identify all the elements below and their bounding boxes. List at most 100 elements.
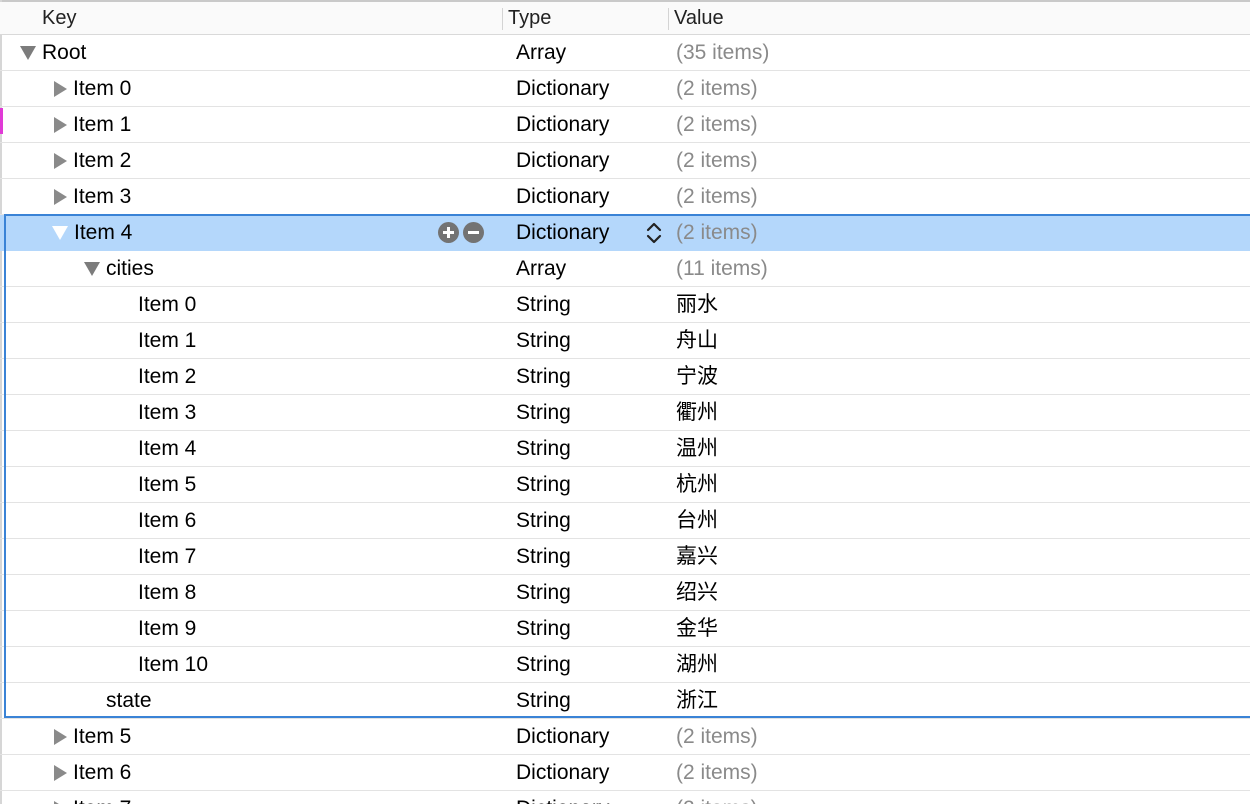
outline-row[interactable]: Item 2 Dictionary (2 items) xyxy=(0,143,1250,179)
row-type[interactable]: String xyxy=(516,287,571,322)
row-type[interactable]: String xyxy=(516,611,571,646)
outline-row[interactable]: Item 6 Dictionary (2 items) xyxy=(0,755,1250,791)
disclosure-right-icon[interactable] xyxy=(54,188,67,205)
row-key[interactable]: Item 1 xyxy=(73,107,131,142)
row-value[interactable]: 宁波 xyxy=(676,359,718,394)
outline-row[interactable]: Item 4 String 温州 xyxy=(0,431,1250,467)
outline-row[interactable]: Item 3 Dictionary (2 items) xyxy=(0,179,1250,215)
row-type[interactable]: String xyxy=(516,431,571,466)
row-type[interactable]: Dictionary xyxy=(516,179,609,214)
type-column-header[interactable]: Type xyxy=(508,2,551,34)
row-key[interactable]: Item 2 xyxy=(138,359,196,394)
row-key[interactable]: Item 3 xyxy=(73,179,131,214)
row-key[interactable]: Item 9 xyxy=(138,611,196,646)
outline-row[interactable]: Item 3 String 衢州 xyxy=(0,395,1250,431)
up-down-chevron-icon[interactable] xyxy=(646,221,662,245)
row-type[interactable]: String xyxy=(516,575,571,610)
row-key[interactable]: Item 7 xyxy=(73,791,131,804)
row-key[interactable]: Item 8 xyxy=(138,575,196,610)
disclosure-right-icon[interactable] xyxy=(54,152,67,169)
row-type[interactable]: String xyxy=(516,539,571,574)
outline-row[interactable]: Item 10 String 湖州 xyxy=(0,647,1250,683)
row-type[interactable]: String xyxy=(516,323,571,358)
row-key[interactable]: Root xyxy=(42,35,86,70)
outline-row-selected[interactable]: Item 4 Dictionary (2 items) xyxy=(0,215,1250,251)
row-key[interactable]: Item 7 xyxy=(138,539,196,574)
remove-item-icon[interactable] xyxy=(463,222,484,243)
outline-row[interactable]: Item 5 Dictionary (2 items) xyxy=(0,719,1250,755)
outline-row[interactable]: state String 浙江 xyxy=(0,683,1250,719)
row-type[interactable]: String xyxy=(516,395,571,430)
row-value: (2 items) xyxy=(676,791,758,804)
row-key[interactable]: Item 5 xyxy=(73,719,131,754)
disclosure-down-icon[interactable] xyxy=(20,45,36,60)
row-value[interactable]: 嘉兴 xyxy=(676,539,718,574)
row-key[interactable]: cities xyxy=(106,251,154,286)
disclosure-right-icon[interactable] xyxy=(54,764,67,781)
disclosure-down-icon[interactable] xyxy=(84,261,100,276)
outline-row[interactable]: Item 6 String 台州 xyxy=(0,503,1250,539)
row-key[interactable]: Item 1 xyxy=(138,323,196,358)
row-value: (2 items) xyxy=(676,149,758,172)
row-key[interactable]: Item 4 xyxy=(74,215,132,250)
outline-row[interactable]: cities Array (11 items) xyxy=(0,251,1250,287)
row-type[interactable]: Dictionary xyxy=(516,755,609,790)
row-value[interactable]: 绍兴 xyxy=(676,575,718,610)
key-column-header[interactable]: Key xyxy=(42,2,76,34)
row-type[interactable]: Dictionary xyxy=(516,143,609,178)
disclosure-right-icon[interactable] xyxy=(54,116,67,133)
row-type[interactable]: String xyxy=(516,683,571,718)
add-item-icon[interactable] xyxy=(438,222,459,243)
row-value[interactable]: 浙江 xyxy=(676,683,718,718)
outline-row[interactable]: Item 1 Dictionary (2 items) xyxy=(0,107,1250,143)
row-key[interactable]: Item 0 xyxy=(138,287,196,322)
row-value[interactable]: 舟山 xyxy=(676,323,718,358)
row-value: (2 items) xyxy=(676,725,758,748)
row-key[interactable]: Item 2 xyxy=(73,143,131,178)
outline-row[interactable]: Item 0 String 丽水 xyxy=(0,287,1250,323)
outline-row[interactable]: Item 5 String 杭州 xyxy=(0,467,1250,503)
row-key[interactable]: Item 6 xyxy=(73,755,131,790)
row-key[interactable]: Item 3 xyxy=(138,395,196,430)
row-type[interactable]: String xyxy=(516,503,571,538)
disclosure-right-icon[interactable] xyxy=(54,80,67,97)
row-value[interactable]: 湖州 xyxy=(676,647,718,682)
column-divider[interactable] xyxy=(668,8,669,30)
row-type[interactable]: Dictionary xyxy=(516,719,609,754)
row-type[interactable]: Dictionary xyxy=(516,71,609,106)
value-column-header[interactable]: Value xyxy=(674,2,724,34)
row-key[interactable]: Item 5 xyxy=(138,467,196,502)
row-value[interactable]: 温州 xyxy=(676,431,718,466)
row-value[interactable]: 金华 xyxy=(676,611,718,646)
outline-row[interactable]: Item 8 String 绍兴 xyxy=(0,575,1250,611)
row-value[interactable]: 衢州 xyxy=(676,395,718,430)
row-type[interactable]: Dictionary xyxy=(516,791,609,804)
outline-row[interactable]: Item 0 Dictionary (2 items) xyxy=(0,71,1250,107)
outline-row[interactable]: Item 1 String 舟山 xyxy=(0,323,1250,359)
row-value[interactable]: 杭州 xyxy=(676,467,718,502)
row-type[interactable]: String xyxy=(516,467,571,502)
row-value: (35 items) xyxy=(676,41,770,64)
outline-row-root[interactable]: Root Array (35 items) xyxy=(0,35,1250,71)
row-type[interactable]: Array xyxy=(516,35,566,70)
outline-row[interactable]: Item 2 String 宁波 xyxy=(0,359,1250,395)
disclosure-right-icon[interactable] xyxy=(54,728,67,745)
row-key[interactable]: Item 10 xyxy=(138,647,208,682)
row-key[interactable]: Item 4 xyxy=(138,431,196,466)
row-type[interactable]: Array xyxy=(516,251,566,286)
row-type[interactable]: Dictionary xyxy=(516,107,609,142)
row-key[interactable]: Item 6 xyxy=(138,503,196,538)
row-type[interactable]: Dictionary xyxy=(516,215,609,250)
row-key[interactable]: state xyxy=(106,683,152,718)
row-value[interactable]: 丽水 xyxy=(676,287,718,322)
outline-row[interactable]: Item 7 Dictionary (2 items) xyxy=(0,791,1250,804)
row-key[interactable]: Item 0 xyxy=(73,71,131,106)
disclosure-down-icon[interactable] xyxy=(52,225,68,240)
column-divider[interactable] xyxy=(502,8,503,30)
disclosure-right-icon[interactable] xyxy=(54,800,67,804)
outline-row[interactable]: Item 7 String 嘉兴 xyxy=(0,539,1250,575)
outline-row[interactable]: Item 9 String 金华 xyxy=(0,611,1250,647)
row-type[interactable]: String xyxy=(516,359,571,394)
row-value[interactable]: 台州 xyxy=(676,503,718,538)
row-type[interactable]: String xyxy=(516,647,571,682)
